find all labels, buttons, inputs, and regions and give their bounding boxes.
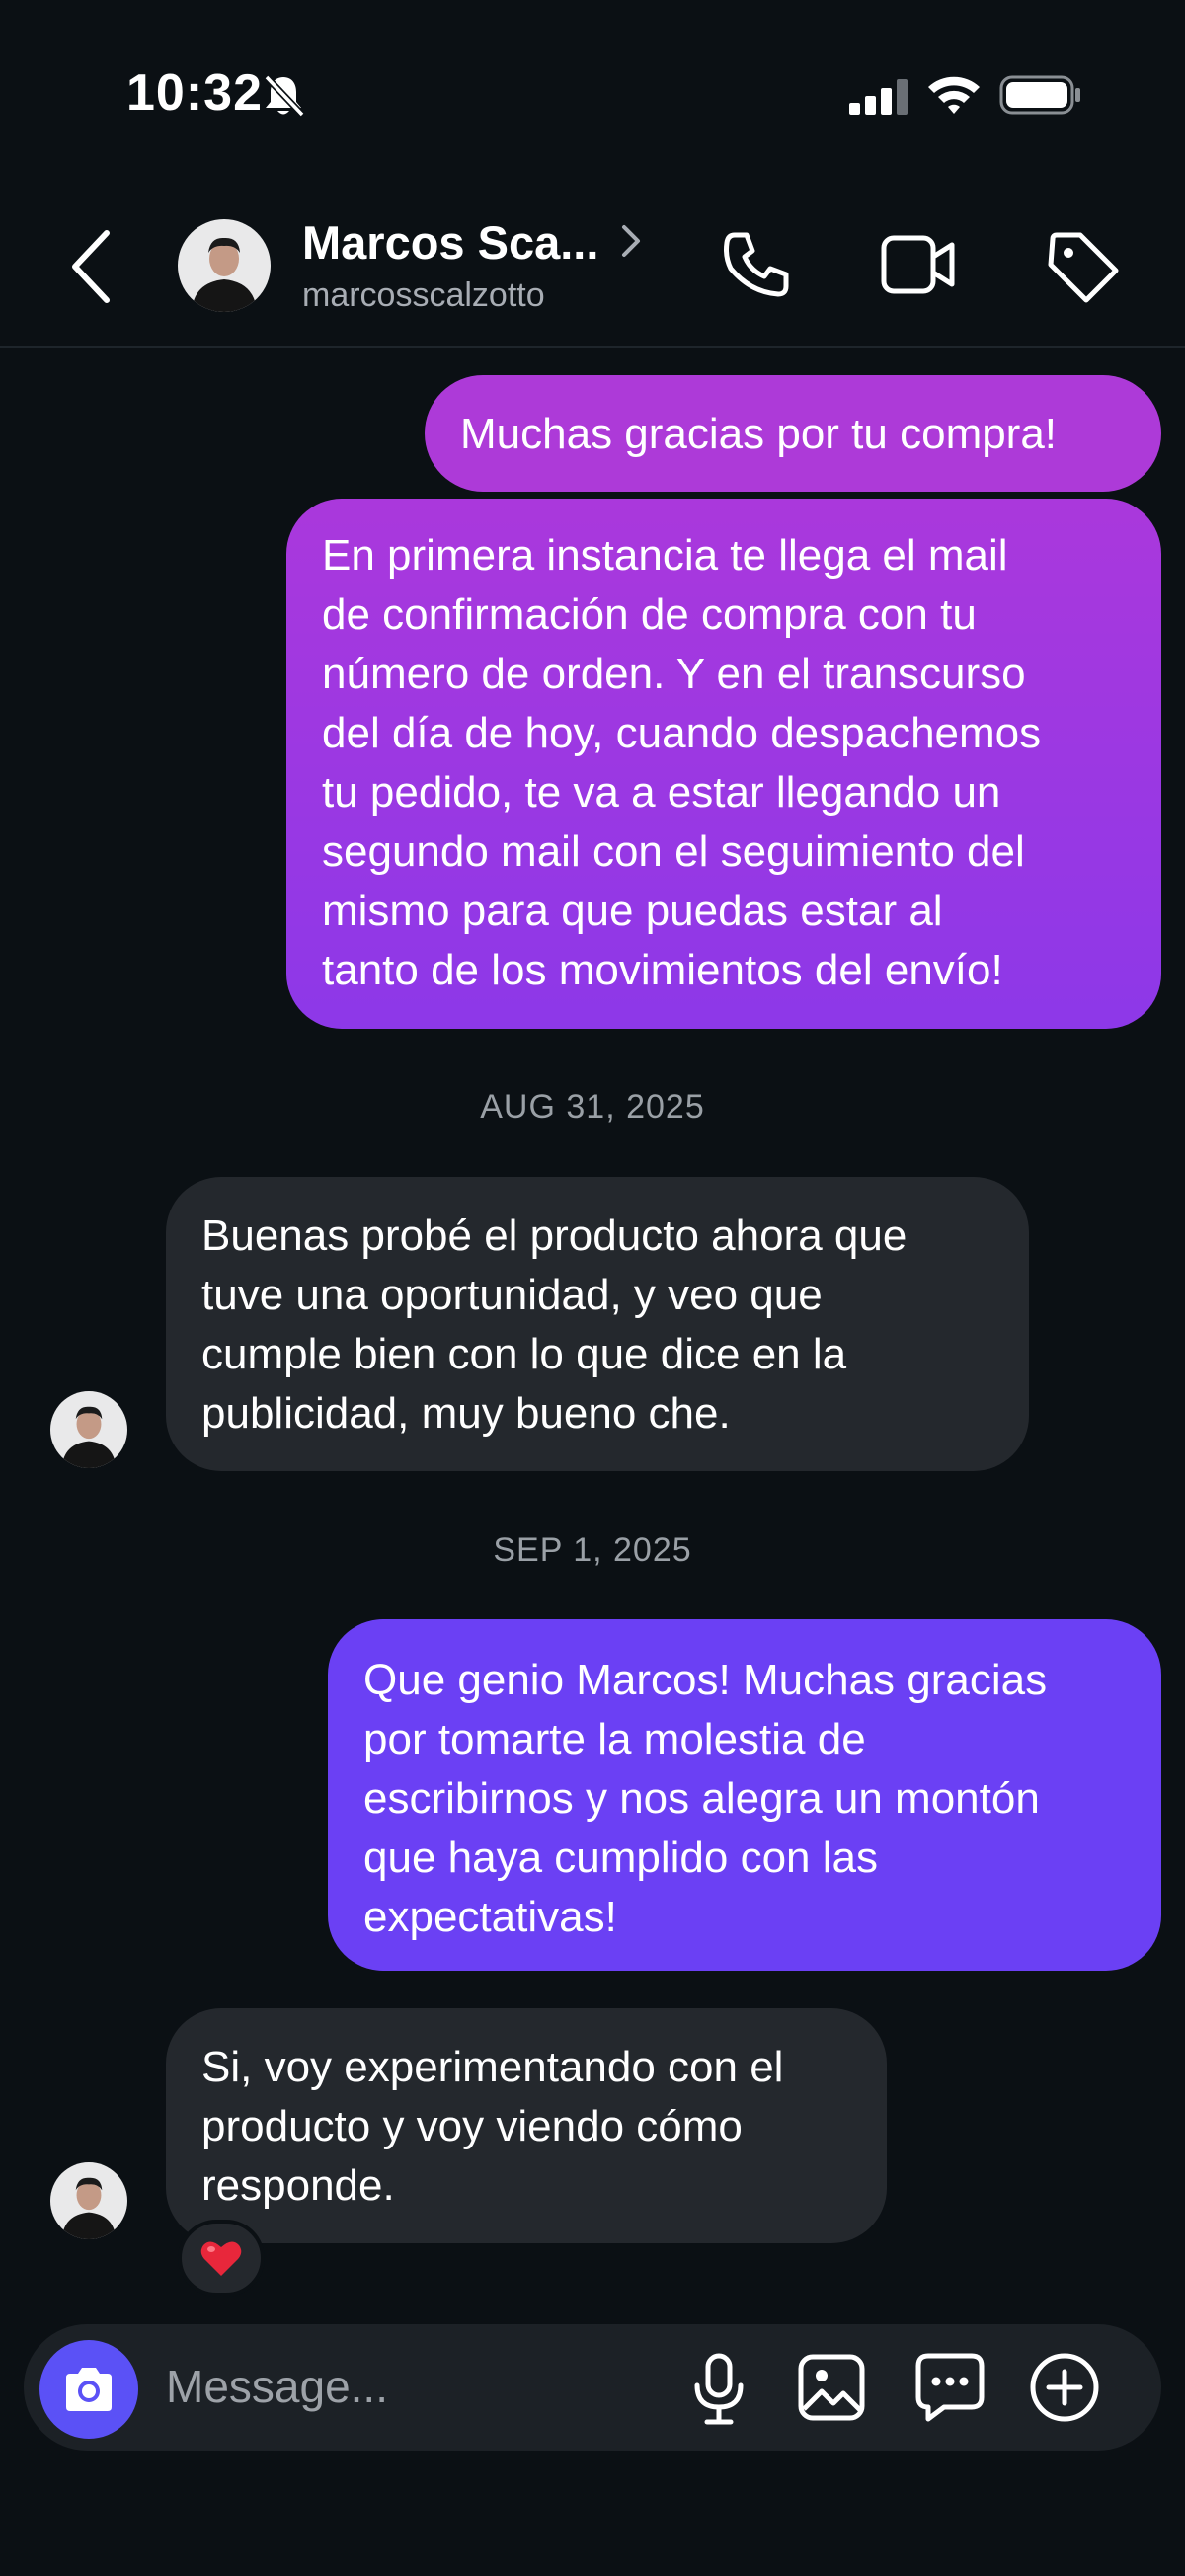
message-line: Buenas probé el producto ahora que (201, 1211, 908, 1260)
message-line: por tomarte la molestia de (363, 1715, 866, 1763)
message-line: que haya cumplido con las (363, 1834, 878, 1882)
message-line: Que genio Marcos! Muchas gracias (363, 1656, 1048, 1704)
message-line: Si, voy experimentando con el (201, 2043, 784, 2091)
camera-icon (66, 2368, 112, 2411)
contact-name[interactable]: Marcos Sca... (302, 215, 598, 270)
message-line: escribirnos y nos alegra un montón (363, 1774, 1040, 1823)
message-line: responde. (201, 2161, 395, 2210)
wifi-icon (926, 73, 982, 119)
battery-icon (999, 75, 1082, 119)
video-camera-icon[interactable] (881, 235, 956, 299)
message-line: publicidad, muy bueno che. (201, 1389, 731, 1438)
plus-circle-icon[interactable] (1029, 2352, 1100, 2428)
bell-slash-icon (259, 71, 308, 125)
chevron-right-icon[interactable] (620, 223, 642, 264)
message-line: tu pedido, te va a estar llegando un (322, 768, 1001, 817)
message-line: de confirmación de compra con tu (322, 590, 977, 639)
date-separator: AUG 31, 2025 (480, 1088, 705, 1126)
message-line: expectativas! (363, 1893, 617, 1941)
phone-icon[interactable] (721, 229, 792, 305)
message-outgoing[interactable]: En primera instancia te llega el mail de… (286, 499, 1161, 1029)
contact-username[interactable]: marcosscalzotto (302, 276, 545, 315)
tag-icon[interactable] (1047, 231, 1120, 309)
reaction-badge[interactable] (178, 2220, 265, 2297)
message-incoming[interactable]: Buenas probé el producto ahora que tuve … (166, 1177, 1029, 1471)
sticker-message-icon[interactable] (914, 2352, 986, 2428)
signal-icon (849, 79, 908, 119)
message-outgoing[interactable]: Muchas gracias por tu compra! (425, 375, 1161, 492)
status-time: 10:32 (126, 64, 263, 121)
message-line: tanto de los movimientos del envío! (322, 946, 1003, 994)
message-input[interactable]: Message... (166, 2360, 388, 2413)
message-incoming[interactable]: Si, voy experimentando con el producto y… (166, 2008, 887, 2243)
message-outgoing[interactable]: Que genio Marcos! Muchas gracias por tom… (328, 1619, 1161, 1971)
message-line: del día de hoy, cuando despachemos (322, 709, 1042, 757)
image-icon[interactable] (798, 2354, 865, 2426)
heart-emoji (200, 2241, 242, 2276)
message-line: En primera instancia te llega el mail (322, 531, 1008, 580)
avatar[interactable] (178, 219, 271, 312)
message-line: número de orden. Y en el transcurso (322, 650, 1026, 698)
message-line: cumple bien con lo que dice en la (201, 1330, 847, 1378)
microphone-icon[interactable] (691, 2352, 747, 2432)
avatar[interactable] (50, 1391, 127, 1468)
avatar[interactable] (50, 2162, 127, 2239)
message-line: segundo mail con el seguimiento del (322, 827, 1025, 876)
date-separator: SEP 1, 2025 (493, 1531, 692, 1569)
camera-button[interactable] (40, 2340, 138, 2439)
message-line: Muchas gracias por tu compra! (460, 410, 1058, 458)
message-line: mismo para que puedas estar al (322, 887, 943, 935)
back-chevron-icon[interactable] (67, 227, 117, 311)
message-line: producto y voy viendo cómo (201, 2102, 743, 2150)
header-divider (0, 346, 1185, 348)
message-line: tuve una oportunidad, y veo que (201, 1271, 823, 1319)
